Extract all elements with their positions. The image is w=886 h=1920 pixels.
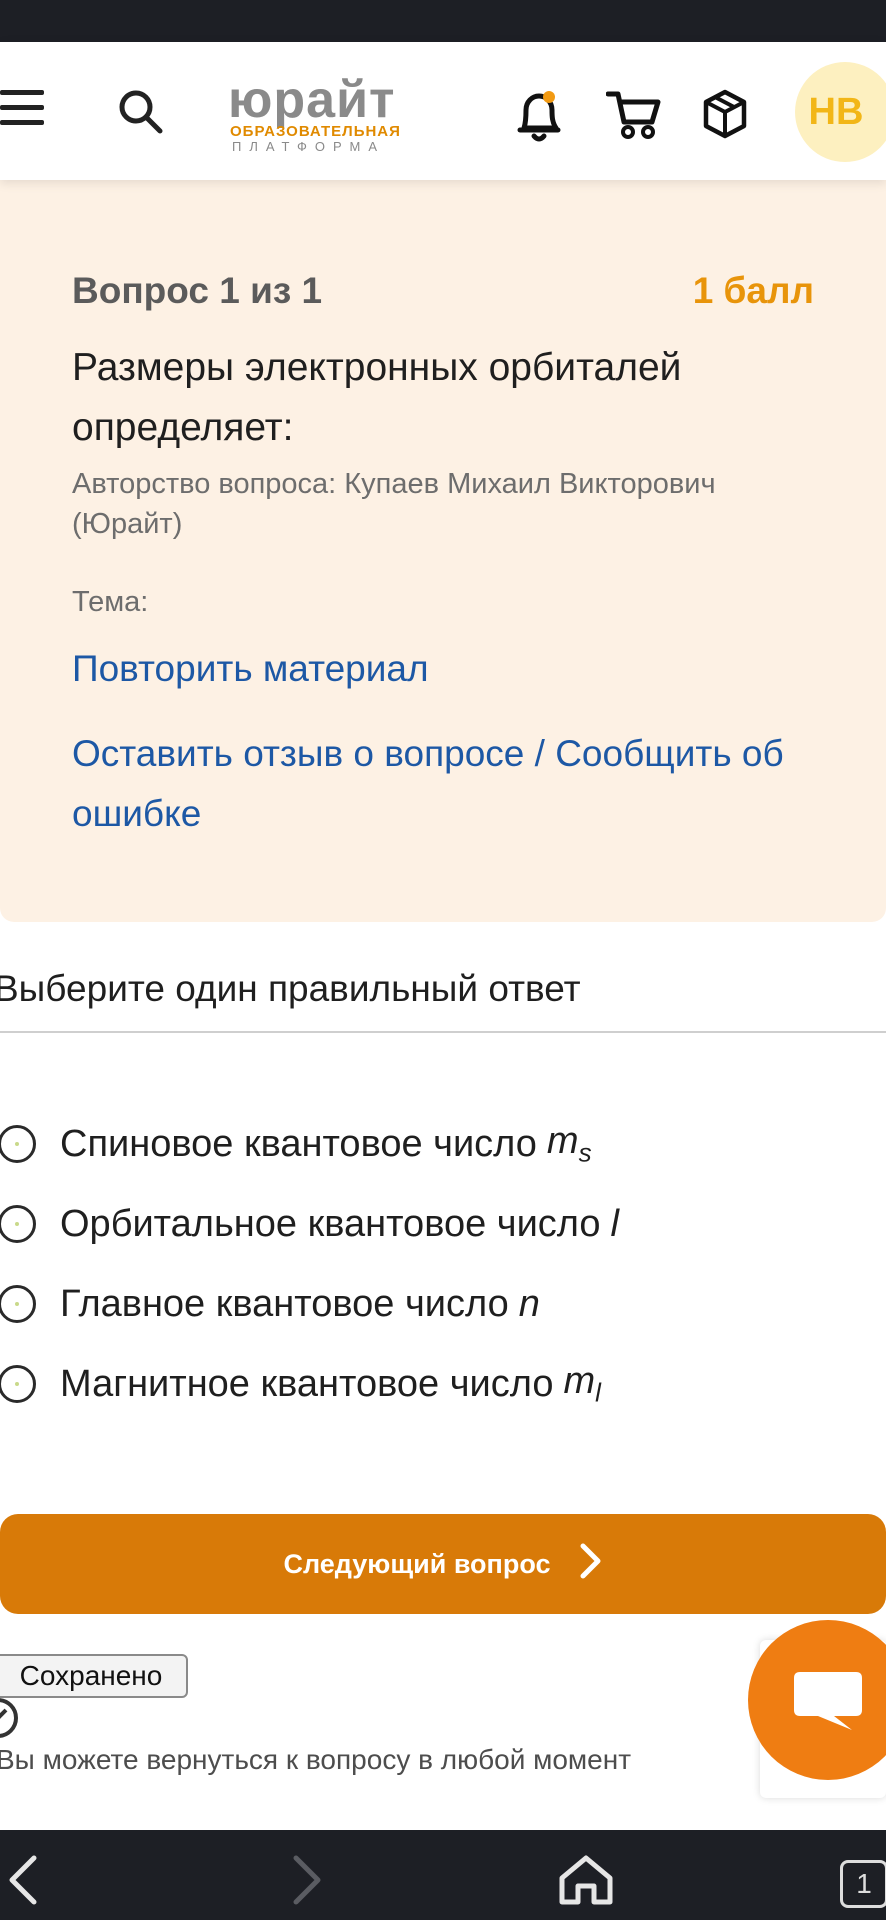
box-icon[interactable] [700,88,750,140]
back-icon[interactable] [0,1852,50,1908]
saved-badge: Сохранено [0,1654,188,1698]
answer-option[interactable]: Магнитное квантовое число ml [0,1354,601,1414]
repeat-material-link[interactable]: Повторить материал [72,648,429,690]
option-text: Главное квантовое число [60,1282,509,1325]
search-icon[interactable] [116,87,166,137]
bell-icon[interactable] [514,88,564,144]
radio-button[interactable] [0,1205,36,1243]
status-bar [0,0,886,42]
option-symbol: l [610,1202,619,1245]
logo-sub: ОБРАЗОВАТЕЛЬНАЯ [230,123,401,140]
option-text: Магнитное квантовое число [60,1362,554,1405]
logo-main: юрайт [228,71,396,129]
option-text: Орбитальное квантовое число [60,1202,601,1245]
next-question-button-wrap: Следующий вопрос [0,1514,886,1614]
feedback-link[interactable]: Оставить отзыв о вопросе / Сообщить об о… [72,724,832,844]
avatar[interactable]: НВ [795,62,886,162]
menu-icon[interactable] [0,90,44,126]
option-symbol: ml [563,1359,601,1408]
divider [0,1031,886,1033]
question-topic: Тема: [72,586,149,618]
question-points: 1 балл [692,270,814,311]
question-number: Вопрос 1 из 1 [72,270,323,311]
answer-option[interactable]: Спиновое квантовое число ms [0,1114,592,1174]
question-text: Размеры электронных орбиталей определяет… [72,346,682,449]
chevron-right-icon [579,1542,603,1587]
question-author: Авторство вопроса: Купаев Михаил Викторо… [72,468,716,540]
answer-instruction: Выберите один правильный ответ [0,968,581,1009]
home-icon[interactable] [556,1852,616,1908]
tabs-counter[interactable]: 1 [840,1860,886,1908]
answer-option[interactable]: Орбитальное квантовое число l [0,1194,619,1254]
answer-option[interactable]: Главное квантовое число n [0,1274,540,1334]
option-symbol: ms [546,1119,592,1168]
top-header: юрайт ОБРАЗОВАТЕЛЬНАЯ ПЛАТФОРМА НВ [0,42,886,180]
cart-icon[interactable] [605,88,662,140]
logo-sub2: ПЛАТФОРМА [232,139,386,154]
chat-bubble-icon [790,1668,866,1734]
radio-button[interactable] [0,1285,36,1323]
info-circle-icon [0,1696,20,1740]
return-note: Вы можете вернуться к вопросу в любой мо… [0,1744,632,1775]
radio-button[interactable] [0,1365,36,1403]
radio-button[interactable] [0,1125,36,1163]
browser-navbar [0,1830,886,1920]
option-text: Спиновое квантовое число [60,1122,537,1165]
yurait-logo[interactable]: юрайт ОБРАЗОВАТЕЛЬНАЯ ПЛАТФОРМА [228,74,434,154]
next-question-label: Следующий вопрос [283,1548,551,1579]
next-question-button[interactable]: Следующий вопрос [0,1514,886,1614]
forward-icon[interactable] [280,1852,330,1908]
option-symbol: n [518,1282,540,1325]
avatar-initials: НВ [808,90,864,133]
